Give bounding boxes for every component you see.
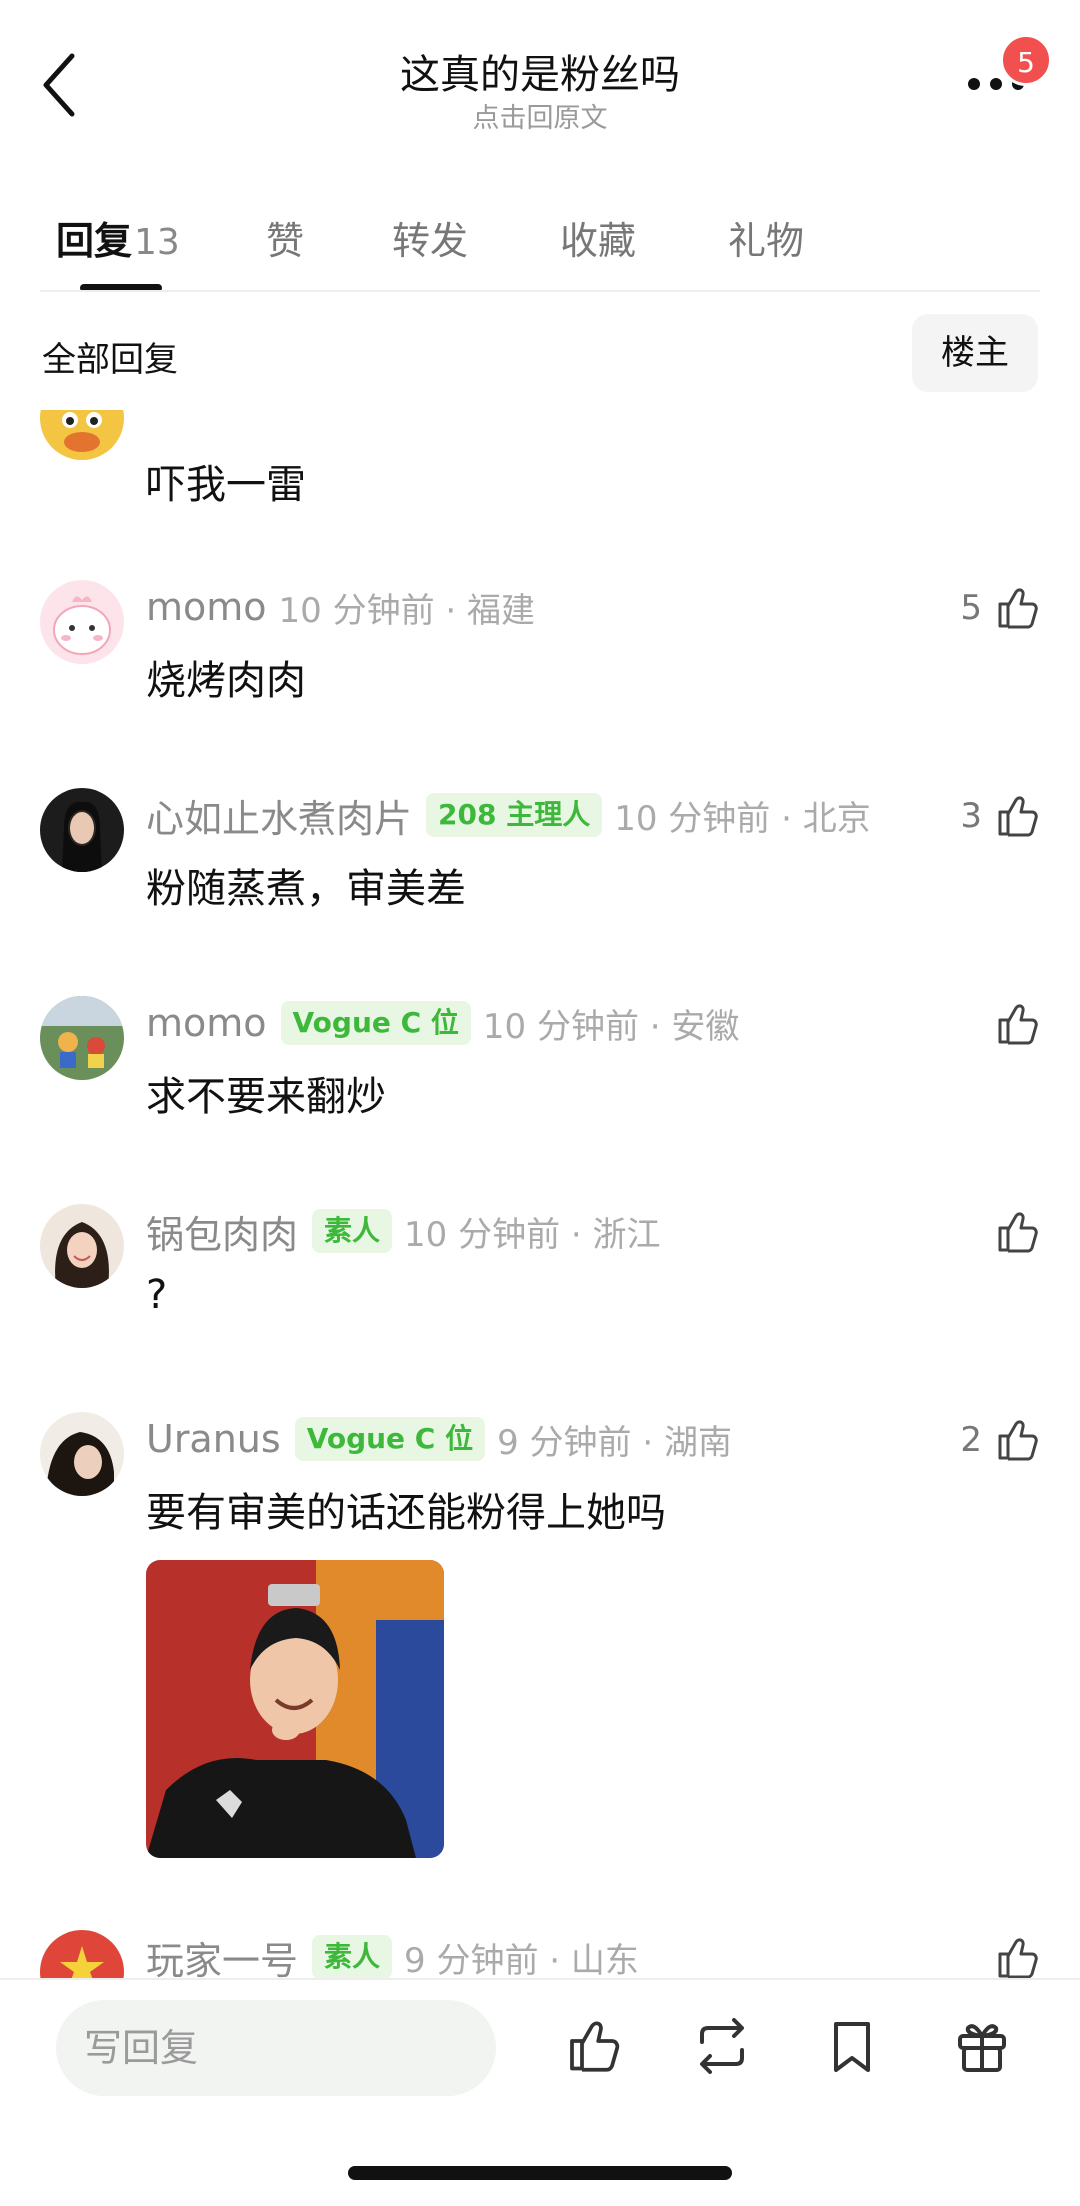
comment-text: 吓我一雷 bbox=[146, 462, 306, 508]
thumbs-up-icon bbox=[998, 1420, 1038, 1461]
comment-meta: 心如止水煮肉片 208 主理人 10 分钟前 · 北京 bbox=[146, 788, 871, 842]
comment-text: 粉随蒸煮，审美差 bbox=[146, 866, 466, 912]
comment-time-location: 9 分钟前 · 山东 bbox=[404, 1940, 639, 1979]
like-button[interactable]: 2 bbox=[960, 1416, 1040, 1464]
username[interactable]: momo bbox=[146, 1001, 267, 1045]
avatar[interactable] bbox=[40, 1204, 124, 1288]
comment-image[interactable] bbox=[146, 1560, 444, 1858]
avatar[interactable] bbox=[40, 1412, 124, 1496]
comment-time-location: 10 分钟前 · 安徽 bbox=[482, 1006, 740, 1047]
comment-time-location: 10 分钟前 · 北京 bbox=[614, 798, 871, 839]
comment-meta: 锅包肉肉 素人 10 分钟前 · 浙江 bbox=[146, 1204, 661, 1258]
username[interactable]: momo bbox=[146, 585, 267, 629]
comment-time-location: 10 分钟前 · 福建 bbox=[278, 590, 536, 631]
tab-reposts[interactable]: 转发 bbox=[392, 210, 468, 265]
tab-bar: 回复13 赞 转发 收藏 礼物 bbox=[0, 190, 1080, 292]
comment-item: 吓我一雷 bbox=[0, 410, 1080, 536]
comment-text: ? bbox=[146, 1272, 168, 1318]
repost-icon[interactable] bbox=[692, 2016, 752, 2076]
bookmark-icon[interactable] bbox=[822, 2016, 882, 2076]
thumbs-up-icon bbox=[998, 588, 1038, 629]
comment-item: 锅包肉肉 素人 10 分钟前 · 浙江 ? bbox=[0, 1204, 1080, 1364]
gift-icon[interactable] bbox=[952, 2016, 1012, 2076]
tab-gifts[interactable]: 礼物 bbox=[728, 210, 804, 265]
page-title: 这真的是粉丝吗 bbox=[400, 52, 680, 98]
user-badge[interactable]: 素人 bbox=[312, 1935, 393, 1978]
comment-text: 求不要来翻炒 bbox=[146, 1074, 386, 1120]
user-badge[interactable]: Vogue C 位 bbox=[294, 1417, 486, 1461]
thumbs-up-icon bbox=[998, 1004, 1038, 1045]
avatar[interactable] bbox=[40, 580, 124, 664]
like-button[interactable] bbox=[992, 1000, 1040, 1048]
user-badge[interactable]: 208 主理人 bbox=[426, 793, 603, 837]
tab-divider bbox=[40, 290, 1040, 292]
tab-likes[interactable]: 赞 bbox=[266, 210, 304, 265]
notification-badge: 5 bbox=[1000, 34, 1052, 86]
thumbs-up-icon bbox=[998, 796, 1038, 837]
comment-text: 烧烤肉肉 bbox=[146, 658, 306, 704]
tab-replies[interactable]: 回复13 bbox=[56, 210, 180, 265]
comment-item: momo 10 分钟前 · 福建 5 烧烤肉肉 bbox=[0, 580, 1080, 740]
comment-item: Uranus Vogue C 位 9 分钟前 · 湖南 2 要有审美的话还能粉得… bbox=[0, 1412, 1080, 1882]
like-button[interactable]: 5 bbox=[960, 584, 1040, 632]
reply-input[interactable] bbox=[56, 2000, 496, 2096]
top-nav-bar: 这真的是粉丝吗 点击回原文 5 bbox=[0, 0, 1080, 170]
avatar[interactable] bbox=[40, 996, 124, 1080]
tab-replies-label: 回复 bbox=[56, 219, 133, 263]
comment-meta: 玩家一号 素人 9 分钟前 · 山东 bbox=[146, 1930, 639, 1978]
avatar[interactable] bbox=[40, 1930, 124, 1978]
thumbs-up-icon bbox=[998, 1938, 1038, 1978]
comment-meta: momo Vogue C 位 10 分钟前 · 安徽 bbox=[146, 996, 739, 1050]
user-badge[interactable]: 素人 bbox=[312, 1209, 393, 1253]
comment-time-location: 10 分钟前 · 浙江 bbox=[404, 1214, 661, 1255]
username[interactable]: 玩家一号 bbox=[146, 1930, 298, 1979]
comment-meta: Uranus Vogue C 位 9 分钟前 · 湖南 bbox=[146, 1412, 732, 1466]
view-original-link[interactable]: 点击回原文 bbox=[0, 96, 1080, 135]
thumbs-up-icon bbox=[998, 1212, 1038, 1253]
home-indicator bbox=[348, 2166, 732, 2180]
comment-list: 吓我一雷 momo 10 分钟前 · 福建 5 烧烤肉肉 心如止水煮肉片 208… bbox=[0, 410, 1080, 1978]
comment-item: momo Vogue C 位 10 分钟前 · 安徽 求不要来翻炒 bbox=[0, 996, 1080, 1156]
all-replies-label: 全部回复 bbox=[42, 340, 178, 380]
like-count: 2 bbox=[960, 1420, 982, 1460]
comment-time-location: 9 分钟前 · 湖南 bbox=[497, 1422, 732, 1463]
username[interactable]: Uranus bbox=[146, 1417, 281, 1461]
like-button[interactable] bbox=[992, 1934, 1040, 1978]
comment-text: 要有审美的话还能粉得上她吗 bbox=[146, 1490, 666, 1536]
avatar[interactable] bbox=[40, 788, 124, 872]
like-button[interactable] bbox=[992, 1208, 1040, 1256]
comment-item: 心如止水煮肉片 208 主理人 10 分钟前 · 北京 3 粉随蒸煮，审美差 bbox=[0, 788, 1080, 948]
like-count: 3 bbox=[960, 796, 982, 836]
comment-item: 玩家一号 素人 9 分钟前 · 山东 bbox=[0, 1930, 1080, 1978]
username[interactable]: 心如止水煮肉片 bbox=[146, 788, 412, 843]
comment-meta: momo 10 分钟前 · 福建 bbox=[146, 580, 535, 634]
avatar[interactable] bbox=[40, 410, 124, 460]
like-count: 5 bbox=[960, 588, 982, 628]
like-button[interactable]: 3 bbox=[960, 792, 1040, 840]
tab-favorites[interactable]: 收藏 bbox=[560, 210, 636, 265]
username[interactable]: 锅包肉肉 bbox=[146, 1204, 298, 1259]
owner-filter-button[interactable]: 楼主 bbox=[912, 314, 1038, 392]
user-badge[interactable]: Vogue C 位 bbox=[280, 1001, 471, 1045]
like-icon[interactable] bbox=[562, 2016, 622, 2076]
tab-replies-count: 13 bbox=[134, 222, 180, 263]
